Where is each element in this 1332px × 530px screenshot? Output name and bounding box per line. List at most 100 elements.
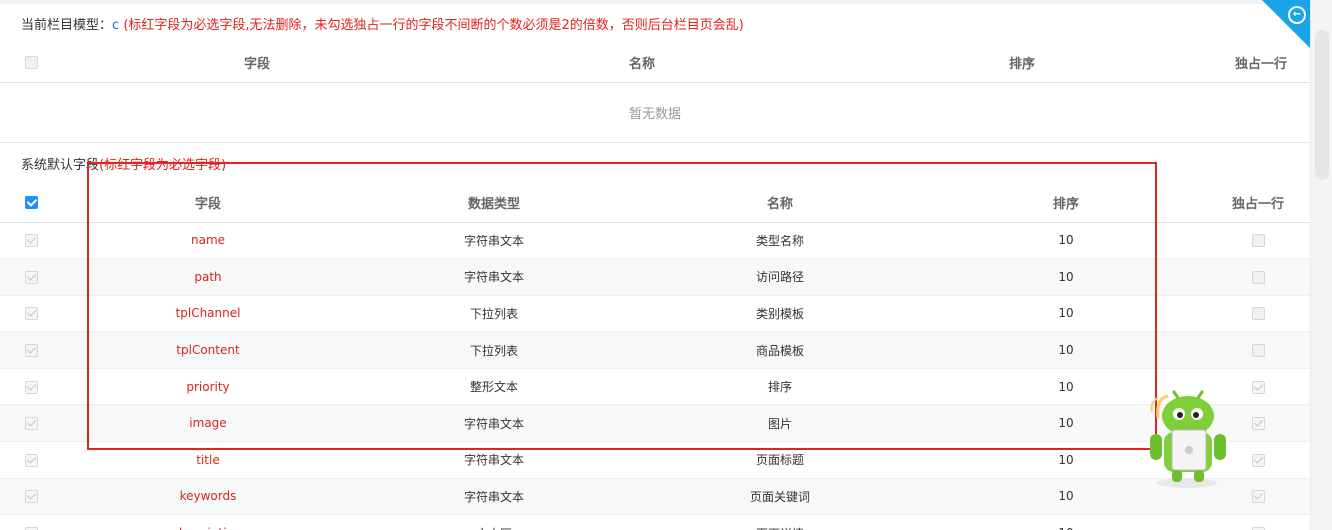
- row-select-checkbox[interactable]: [24, 307, 38, 321]
- col-field: 字段: [62, 184, 354, 223]
- default-fields-note: (标红字段为必选字段): [99, 158, 227, 173]
- corner-back-button[interactable]: ←: [1262, 0, 1310, 48]
- row-name: 页面详情: [634, 514, 926, 530]
- row-field: path: [62, 258, 354, 296]
- row-select-checkbox[interactable]: [24, 453, 38, 467]
- row-field: tplContent: [62, 331, 354, 369]
- row-exclusive-checkbox[interactable]: [1251, 270, 1265, 284]
- default-fields-table: 字段 数据类型 名称 排序 独占一行 name 字符串文本 类型名称 10 path 字符…: [0, 184, 1310, 530]
- select-all-checkbox[interactable]: [24, 196, 38, 210]
- top-strip: [0, 0, 1310, 4]
- table-row: description文本区页面详情10: [0, 514, 1310, 530]
- col-name: 名称: [634, 184, 926, 223]
- table-row: name 字符串文本 类型名称 10: [0, 222, 1310, 260]
- row-select-cell: [0, 514, 62, 530]
- row-type: 整形文本: [354, 368, 634, 406]
- model-fields-table: 字段 名称 排序 独占一行 暂无数据: [0, 44, 1310, 143]
- default-fields-header: 字段 数据类型 名称 排序 独占一行: [0, 184, 1310, 223]
- table-row: keywords 字符串文本 页面关键词 10: [0, 478, 1310, 516]
- row-name: 类别模板: [634, 295, 926, 333]
- col-field: 字段: [62, 44, 452, 83]
- current-model-note: (标红字段为必选字段,无法删除，未勾选独占一行的字段不间断的个数必须是2的倍数，…: [123, 18, 744, 33]
- table-row: image 字符串文本 图片 10: [0, 404, 1310, 443]
- row-name: 页面关键词: [634, 478, 926, 516]
- row-exclusive-cell: [1206, 331, 1310, 369]
- row-select-cell: [0, 258, 62, 296]
- table-row: tplContent 下拉列表 商品模板 10: [0, 331, 1310, 369]
- row-exclusive-checkbox[interactable]: [1251, 234, 1265, 248]
- row-exclusive-checkbox[interactable]: [1251, 417, 1265, 431]
- row-exclusive-checkbox[interactable]: [1251, 453, 1265, 467]
- scrollbar-track[interactable]: [1310, 0, 1332, 530]
- default-fields-label: 系统默认字段: [21, 158, 100, 173]
- select-all-checkbox[interactable]: [24, 56, 38, 70]
- row-exclusive-cell: [1206, 222, 1310, 260]
- row-name: 图片: [634, 404, 926, 443]
- col-exclusive: 独占一行: [1212, 44, 1310, 83]
- row-select-cell: [0, 404, 62, 443]
- row-name: 页面标题: [634, 441, 926, 479]
- row-type: 字符串文本: [354, 441, 634, 479]
- row-select-cell: [0, 295, 62, 333]
- row-type: 文本区: [354, 514, 634, 530]
- select-all-cell: [0, 184, 62, 223]
- row-exclusive-checkbox[interactable]: [1251, 380, 1265, 394]
- table-row: priority 整形文本 排序 10: [0, 368, 1310, 406]
- row-field: keywords: [62, 478, 354, 516]
- row-field: image: [62, 404, 354, 443]
- row-select-checkbox[interactable]: [24, 490, 38, 504]
- select-all-cell: [0, 44, 62, 83]
- row-exclusive-checkbox[interactable]: [1251, 490, 1265, 504]
- back-circle-icon: ←: [1288, 6, 1306, 24]
- empty-text: 暂无数据: [0, 82, 1310, 143]
- row-field: title: [62, 441, 354, 479]
- row-name: 类型名称: [634, 222, 926, 260]
- android-mascot-icon: [1150, 390, 1226, 488]
- col-sort: 排序: [832, 44, 1212, 83]
- row-type: 字符串文本: [354, 258, 634, 296]
- row-select-checkbox[interactable]: [24, 234, 38, 248]
- table-row: path 字符串文本 访问路径 10: [0, 258, 1310, 296]
- scrollbar-thumb[interactable]: [1315, 30, 1329, 180]
- col-name: 名称: [452, 44, 832, 83]
- model-fields-header: 字段 名称 排序 独占一行: [0, 44, 1310, 83]
- row-name: 访问路径: [634, 258, 926, 296]
- row-sort: 10: [926, 258, 1206, 296]
- row-sort: 10: [926, 514, 1206, 530]
- row-select-cell: [0, 222, 62, 260]
- col-exclusive: 独占一行: [1206, 184, 1310, 223]
- row-exclusive-cell: [1206, 514, 1310, 530]
- row-sort: 10: [926, 222, 1206, 260]
- table-row: tplChannel 下拉列表 类别模板 10: [0, 295, 1310, 333]
- row-select-checkbox[interactable]: [24, 344, 38, 358]
- row-exclusive-checkbox[interactable]: [1251, 344, 1265, 358]
- row-select-cell: [0, 441, 62, 479]
- row-exclusive-checkbox[interactable]: [1251, 307, 1265, 321]
- row-field: name: [62, 222, 354, 260]
- row-select-checkbox[interactable]: [24, 380, 38, 394]
- row-name: 商品模板: [634, 331, 926, 369]
- row-select-cell: [0, 478, 62, 516]
- row-exclusive-cell: [1206, 258, 1310, 296]
- current-model-code: c: [112, 18, 120, 33]
- row-select-cell: [0, 368, 62, 406]
- current-model-label: 当前栏目模型：: [21, 18, 113, 33]
- row-type: 下拉列表: [354, 331, 634, 369]
- row-sort: 10: [926, 331, 1206, 369]
- row-select-checkbox[interactable]: [24, 417, 38, 431]
- row-field: tplChannel: [62, 295, 354, 333]
- col-sort: 排序: [926, 184, 1206, 223]
- row-exclusive-cell: [1206, 295, 1310, 333]
- row-select-checkbox[interactable]: [24, 270, 38, 284]
- row-type: 字符串文本: [354, 478, 634, 516]
- row-select-cell: [0, 331, 62, 369]
- default-fields-heading: 系统默认字段(标红字段为必选字段): [21, 154, 226, 173]
- row-sort: 10: [926, 295, 1206, 333]
- row-type: 字符串文本: [354, 404, 634, 443]
- row-type: 字符串文本: [354, 222, 634, 260]
- row-type: 下拉列表: [354, 295, 634, 333]
- row-field: description: [62, 514, 354, 530]
- empty-row: 暂无数据: [0, 82, 1310, 143]
- current-model-heading: 当前栏目模型：c (标红字段为必选字段,无法删除，未勾选独占一行的字段不间断的个…: [21, 14, 744, 33]
- row-name: 排序: [634, 368, 926, 406]
